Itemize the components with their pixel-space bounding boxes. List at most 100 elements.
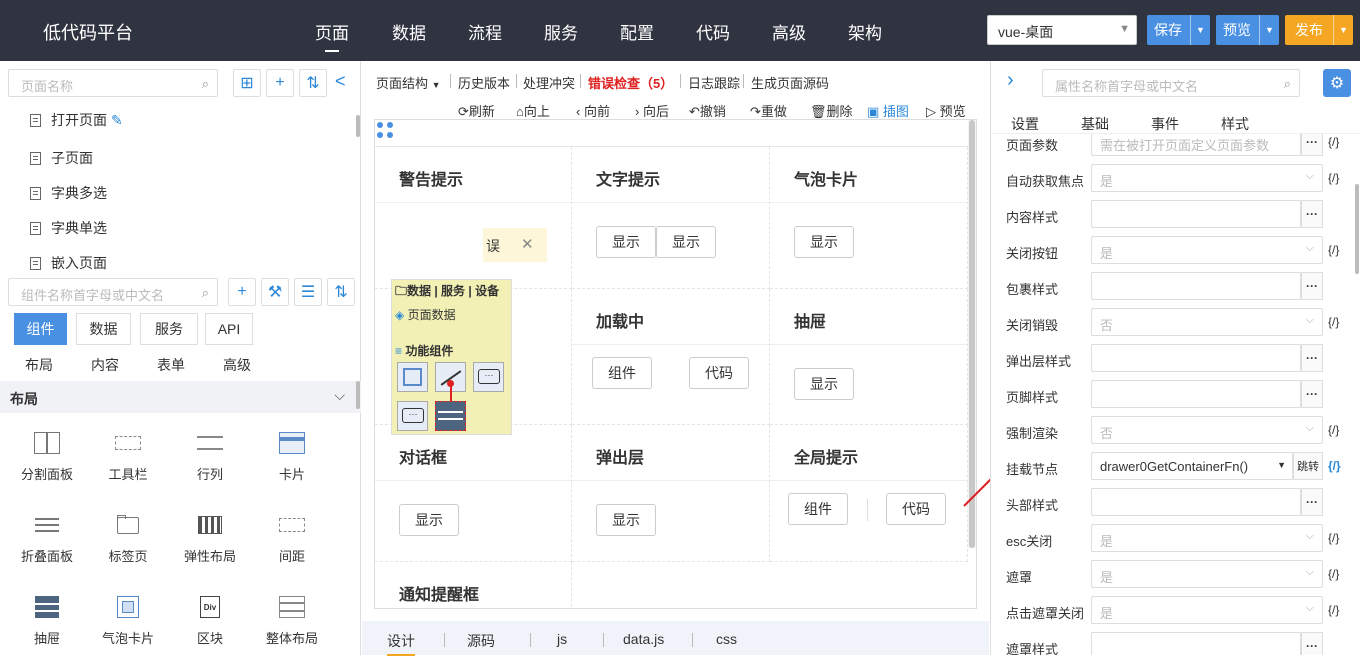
- wrench-icon[interactable]: ⚒: [261, 278, 289, 306]
- cell-popover[interactable]: 气泡卡片 显示: [770, 147, 968, 289]
- more-button[interactable]: ···: [1301, 134, 1323, 156]
- publish-button[interactable]: 发布 ▼: [1285, 15, 1353, 45]
- component-whole-layout[interactable]: 整体布局: [252, 596, 332, 647]
- mask-select[interactable]: 是 ⌵: [1091, 560, 1323, 588]
- content-style-input[interactable]: [1091, 200, 1301, 228]
- mount-node-select[interactable]: drawer0GetContainerFn() ▼: [1091, 452, 1293, 480]
- subtab-content[interactable]: 内容: [91, 355, 119, 375]
- jump-button[interactable]: 跳转: [1293, 452, 1323, 480]
- more-button[interactable]: ···: [1301, 380, 1323, 408]
- closable-select[interactable]: 是 ⌵: [1091, 236, 1323, 264]
- wrap-style-input[interactable]: [1091, 272, 1301, 300]
- close-icon[interactable]: ✕: [521, 235, 534, 253]
- caret-down-icon[interactable]: ▼: [1333, 15, 1353, 45]
- tab-services[interactable]: 服务: [140, 313, 198, 345]
- message-tile-icon[interactable]: ···: [397, 401, 428, 431]
- tab-data[interactable]: 数据: [76, 313, 131, 345]
- code-button[interactable]: 代码: [886, 493, 946, 525]
- caret-down-icon[interactable]: ▼: [1190, 15, 1210, 45]
- property-search-input[interactable]: 属性名称首字母或中文名 ⌕: [1042, 69, 1300, 97]
- delete-button[interactable]: 🗑删除: [810, 101, 853, 120]
- destroy-on-close-select[interactable]: 否 ⌵: [1091, 308, 1323, 336]
- history-button[interactable]: 历史版本: [458, 73, 510, 92]
- add-icon[interactable]: +: [228, 278, 256, 306]
- add-folder-icon[interactable]: ⊞: [233, 69, 261, 97]
- sort-icon[interactable]: ⇅: [327, 278, 355, 306]
- layout-tile-icon[interactable]: [397, 362, 428, 392]
- cell-popup[interactable]: 弹出层 显示: [572, 425, 770, 562]
- mask-closable-select[interactable]: 是 ⌵: [1091, 596, 1323, 624]
- expression-icon[interactable]: {/}: [1328, 459, 1341, 473]
- cell-drawer[interactable]: 抽屉 显示: [770, 289, 968, 425]
- popup-style-input[interactable]: [1091, 344, 1301, 372]
- caret-down-icon[interactable]: ▼: [1259, 15, 1279, 45]
- more-button[interactable]: ···: [1301, 200, 1323, 228]
- footer-style-input[interactable]: [1091, 380, 1301, 408]
- show-button[interactable]: 显示: [794, 368, 854, 400]
- tab-basic[interactable]: 基础: [1081, 114, 1109, 134]
- undo-button[interactable]: ↶撤销: [689, 101, 726, 120]
- expression-icon[interactable]: {/}: [1328, 135, 1339, 149]
- subtab-layout[interactable]: 布局: [25, 355, 53, 375]
- expand-icon[interactable]: ›: [1007, 69, 1014, 92]
- component-drawer[interactable]: 抽屉: [7, 596, 87, 647]
- esc-close-select[interactable]: 是 ⌵: [1091, 524, 1323, 552]
- insert-image-button[interactable]: ▣ 插图: [867, 101, 909, 120]
- nav-data[interactable]: 数据: [392, 19, 426, 44]
- component-card[interactable]: 卡片: [252, 432, 332, 483]
- nav-config[interactable]: 配置: [620, 19, 654, 44]
- component-split-panel[interactable]: 分割面板: [7, 432, 87, 483]
- nav-service[interactable]: 服务: [544, 19, 578, 44]
- header-style-input[interactable]: [1091, 488, 1301, 516]
- tab-datajs[interactable]: data.js: [623, 631, 664, 647]
- expression-icon[interactable]: {/}: [1328, 531, 1339, 545]
- up-button[interactable]: ⌂向上: [516, 101, 550, 120]
- autofocus-select[interactable]: 是 ⌵: [1091, 164, 1323, 192]
- component-search-input[interactable]: 组件名称首字母或中文名 ⌕: [8, 278, 218, 306]
- sort-icon[interactable]: ⇅: [299, 69, 327, 97]
- expression-icon[interactable]: {/}: [1328, 567, 1339, 581]
- page-item[interactable]: 字典多选: [30, 183, 107, 203]
- tab-source[interactable]: 源码: [467, 631, 495, 651]
- more-button[interactable]: ···: [1301, 632, 1323, 655]
- subtab-advanced[interactable]: 高级: [223, 355, 251, 375]
- page-item[interactable]: 嵌入页面: [30, 253, 107, 273]
- code-button[interactable]: 代码: [689, 357, 749, 389]
- property-scrollbar[interactable]: [1355, 184, 1359, 274]
- page-item[interactable]: 子页面: [30, 148, 93, 168]
- component-toolbar[interactable]: 工具栏: [88, 432, 168, 483]
- collapse-icon[interactable]: <: [335, 71, 346, 92]
- component-tabs[interactable]: 标签页: [88, 514, 168, 565]
- add-icon[interactable]: +: [266, 69, 294, 97]
- forward-button[interactable]: ‹ 向前: [576, 101, 610, 120]
- env-select[interactable]: vue-桌面 ▼: [987, 15, 1137, 45]
- log-trace-button[interactable]: 日志跟踪: [688, 73, 740, 92]
- drawer-tile-icon[interactable]: [435, 401, 466, 431]
- tab-settings[interactable]: 设置: [1011, 114, 1039, 134]
- nav-architecture[interactable]: 架构: [848, 19, 882, 44]
- expression-icon[interactable]: {/}: [1328, 171, 1339, 185]
- tab-css[interactable]: css: [716, 631, 737, 647]
- page-data-item[interactable]: ◈ 页面数据: [395, 306, 456, 323]
- more-button[interactable]: ···: [1301, 272, 1323, 300]
- tab-events[interactable]: 事件: [1151, 114, 1179, 134]
- tab-design[interactable]: 设计: [387, 631, 415, 656]
- expression-icon[interactable]: {/}: [1328, 423, 1339, 437]
- list-indent-icon[interactable]: ☰: [294, 278, 322, 306]
- mask-style-input[interactable]: [1091, 632, 1301, 655]
- tab-api[interactable]: API: [205, 313, 253, 345]
- component-collapse[interactable]: 折叠面板: [7, 514, 87, 565]
- show-button[interactable]: 显示: [399, 504, 459, 536]
- cell-tooltip[interactable]: 文字提示 显示 显示: [572, 147, 770, 289]
- edit-icon[interactable]: ✎: [111, 112, 123, 129]
- error-check-button[interactable]: 错误检查（5）: [588, 73, 673, 92]
- component-flex[interactable]: 弹性布局: [170, 514, 250, 565]
- expression-icon[interactable]: {/}: [1328, 243, 1339, 257]
- section-header-layout[interactable]: 布局 ⌵: [0, 381, 361, 413]
- cell-alert[interactable]: 警告提示 误 ✕: [375, 147, 572, 289]
- page-item[interactable]: 打开页面 ✎: [30, 110, 123, 130]
- nav-flow[interactable]: 流程: [468, 19, 502, 44]
- component-row-col[interactable]: 行列: [170, 432, 250, 483]
- canvas-preview-button[interactable]: ▷ 预览: [926, 101, 966, 120]
- nav-advanced[interactable]: 高级: [772, 19, 806, 44]
